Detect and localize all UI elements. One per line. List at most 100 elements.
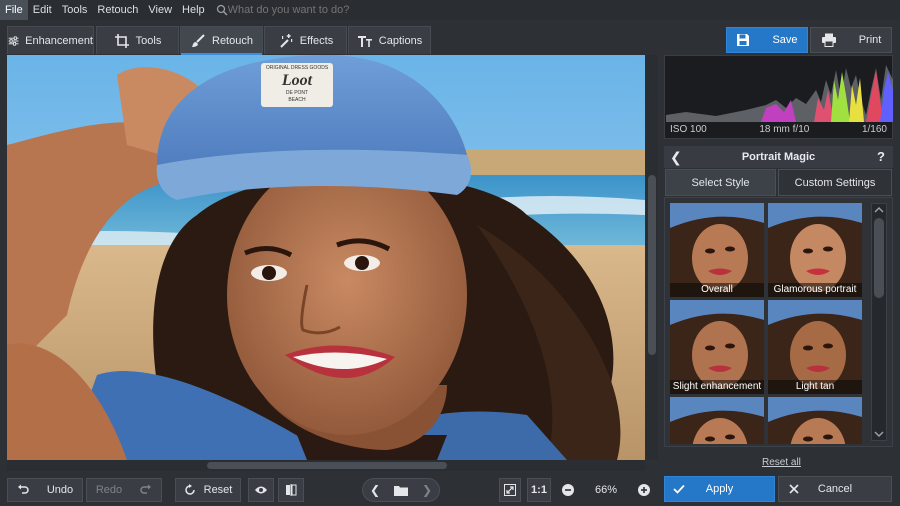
reset-all-link[interactable]: Reset all [762,457,801,468]
tab-effects-label: Effects [299,34,334,47]
printer-icon [821,33,836,47]
scroll-up-icon[interactable] [872,205,886,215]
style-gallery-scrollbar[interactable] [871,203,887,441]
style-label: Overall enhancement [670,283,764,297]
shutter-value: 1/160 [861,123,887,135]
plus-icon [638,484,650,496]
iso-value: ISO 100 [670,123,707,135]
style-label: Light tan [768,380,862,394]
search-box [216,4,428,16]
tab-captions[interactable]: Captions [348,26,431,54]
style-thumb-slight[interactable]: Slight enhancement [670,300,764,394]
sliders-icon [8,35,19,46]
minus-icon [562,484,574,496]
scroll-thumb[interactable] [207,462,447,469]
exif-info: ISO 100 18 mm f/10 1/160 [664,120,893,138]
cancel-button[interactable]: Cancel [778,476,892,502]
rotate-icon [184,484,195,495]
portrait-magic-header: ❮ Portrait Magic ? [664,146,893,168]
menu-help[interactable]: Help [177,0,210,20]
scroll-down-icon[interactable] [872,429,886,439]
style-thumb-6[interactable] [768,397,862,444]
tab-enhancement-label: Enhancement [25,34,93,47]
scroll-thumb[interactable] [874,218,884,298]
save-button[interactable]: Save [726,27,808,53]
search-input[interactable] [227,4,428,16]
tab-captions-label: Captions [378,34,423,47]
tab-select-style[interactable]: Select Style [665,169,776,196]
portrait-thumb [670,397,764,444]
close-icon [789,484,799,494]
floppy-icon [737,34,750,46]
brush-icon [192,33,205,47]
redo-icon [140,484,152,494]
undo-button[interactable]: Undo [7,478,83,502]
style-thumb-5[interactable] [670,397,764,444]
style-thumb-light-tan[interactable]: Light tan [768,300,862,394]
preview-button[interactable] [248,478,274,502]
menu-bar: File Edit Tools Retouch View Help [0,0,900,20]
photo-horizontal-scrollbar[interactable] [7,460,645,471]
photo-canvas[interactable]: ORIGINAL DRESS GOODS Loot DE PONT BEACH [7,55,645,460]
redo-label: Redo [95,484,123,496]
undo-icon [17,484,29,494]
toolbar: Enhancement Tools Retouch Effects Captio… [0,20,900,56]
folder-icon[interactable] [394,484,408,496]
previous-icon[interactable]: ❮ [370,483,380,497]
magic-wand-icon [280,33,292,48]
checkmark-icon [673,484,685,494]
menu-file[interactable]: File [0,0,28,20]
actual-size-button[interactable]: 1:1 [527,478,551,502]
zoom-level[interactable]: 66% [583,478,629,502]
apply-label: Apply [705,483,734,495]
text-icon [357,35,372,47]
file-navigation: ❮ ❯ [362,478,440,502]
cap-badge-line4: BEACH [288,97,306,103]
cap-badge-line1: ORIGINAL DRESS GOODS [266,65,329,71]
tab-enhancement[interactable]: Enhancement [7,26,94,54]
tab-effects[interactable]: Effects [264,26,347,54]
menu-tools[interactable]: Tools [57,0,93,20]
style-thumb-overall[interactable]: Overall enhancement [670,203,764,297]
undo-label: Undo [46,484,74,496]
compare-icon [286,484,297,496]
print-button[interactable]: Print [810,27,892,53]
cancel-label: Cancel [817,483,853,495]
menu-retouch[interactable]: Retouch [92,0,143,20]
zoom-out-button[interactable] [557,478,579,502]
style-label: Slight enhancement [670,380,764,394]
help-icon[interactable]: ? [877,149,885,164]
tab-retouch-label: Retouch [212,34,253,47]
menu-view[interactable]: View [143,0,177,20]
panel-title: Portrait Magic [741,151,816,163]
print-label: Print [858,34,882,46]
eye-icon [255,486,267,494]
crop-icon [114,33,129,48]
zoom-in-button[interactable] [633,478,655,502]
compare-button[interactable] [278,478,304,502]
photo-vertical-scrollbar[interactable] [646,55,658,460]
histogram-graph [666,65,893,122]
cap-badge-line3: DE PONT [286,90,308,96]
tab-tools[interactable]: Tools [96,26,179,54]
redo-button[interactable]: Redo [86,478,162,502]
tab-retouch[interactable]: Retouch [180,26,263,55]
search-icon [216,4,228,16]
cap-badge-line2: Loot [281,72,313,89]
tab-tools-label: Tools [135,34,162,47]
reset-button[interactable]: Reset [175,478,241,502]
style-label: Glamorous portrait [768,283,862,297]
fit-to-screen-button[interactable] [499,478,521,502]
lens-value: 18 mm f/10 [759,123,810,135]
portrait-thumb [768,397,862,444]
apply-button[interactable]: Apply [664,476,775,502]
expand-icon [504,484,516,496]
style-thumb-glamorous[interactable]: Glamorous portrait [768,203,862,297]
portrait-photo: ORIGINAL DRESS GOODS Loot DE PONT BEACH [7,55,645,460]
tab-custom-settings[interactable]: Custom Settings [778,169,892,196]
next-icon[interactable]: ❯ [422,483,432,497]
save-label: Save [772,34,798,46]
menu-edit[interactable]: Edit [28,0,57,20]
scroll-thumb[interactable] [648,175,656,355]
back-arrow-icon[interactable]: ❮ [670,149,682,166]
